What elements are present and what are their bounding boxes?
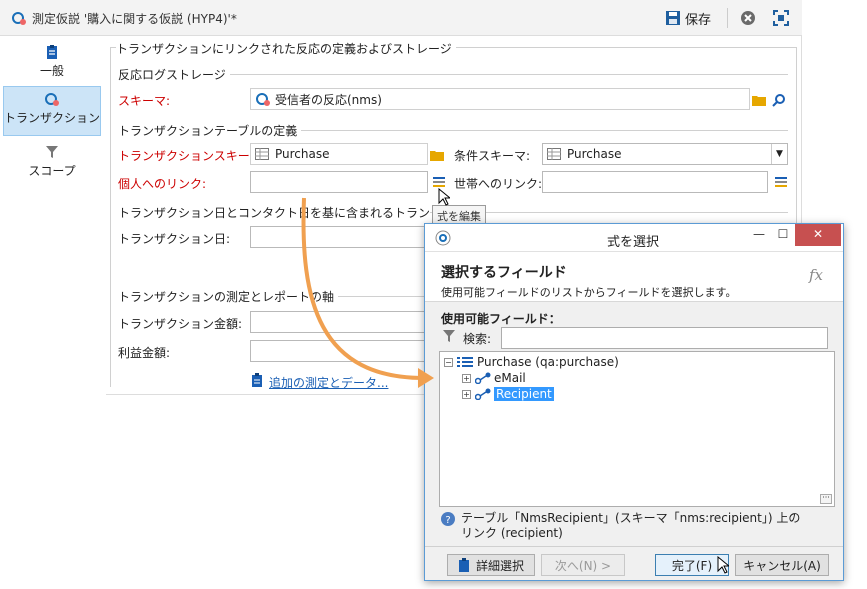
mouse-cursor-icon <box>717 556 729 574</box>
mouse-cursor-icon <box>438 188 450 206</box>
annotation-arrow <box>301 197 434 388</box>
